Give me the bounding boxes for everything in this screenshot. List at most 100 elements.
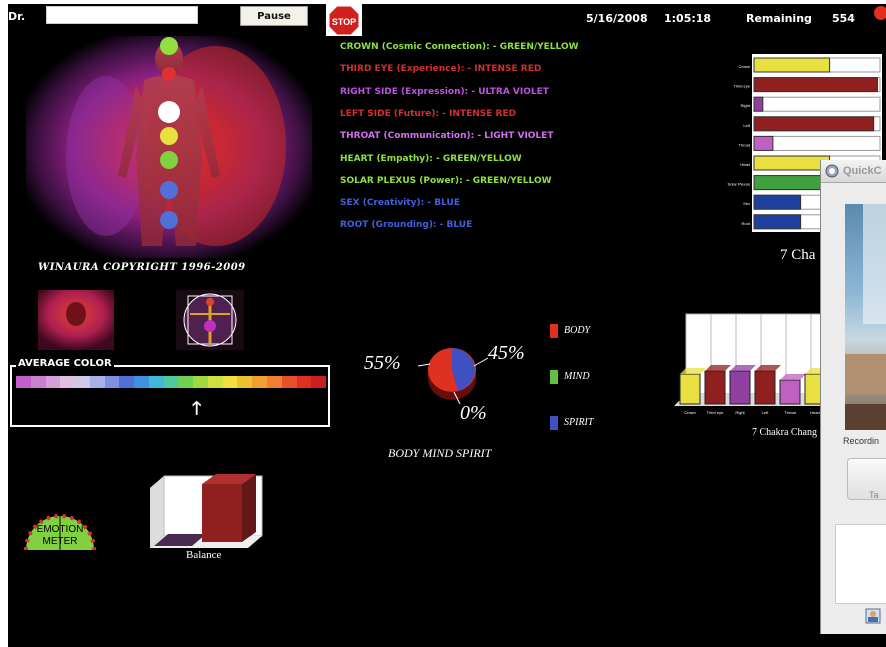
emotion-meter[interactable]: EMOTION METER — [24, 480, 96, 552]
spectrum-swatch — [75, 376, 90, 388]
doctor-name-input[interactable] — [46, 6, 198, 24]
hbar-bar — [753, 77, 878, 93]
spectrum-swatch — [207, 376, 223, 388]
spectrum-swatch — [296, 376, 312, 388]
hbar-bar — [753, 194, 802, 210]
bar3d-category-label: Third eye — [707, 410, 724, 415]
spectrum-swatch — [119, 376, 135, 388]
pie-title: BODY MIND SPIRIT — [388, 446, 492, 460]
hbar-category-label: Third eye — [733, 84, 750, 89]
legend-label: BODY — [564, 325, 591, 336]
image-icon[interactable] — [865, 608, 881, 624]
recording-label: Recordin — [843, 436, 880, 446]
spectrum-swatch — [104, 376, 120, 388]
spectrum-swatch — [193, 376, 208, 388]
average-color-arrow-icon: 🡑 — [192, 398, 202, 419]
spectrum-swatch — [60, 376, 76, 388]
legend-label: MIND — [564, 371, 590, 382]
sex-chakra-dot — [160, 181, 178, 199]
spectrum-swatch — [134, 376, 149, 388]
crown-chakra-dot — [160, 37, 178, 55]
chakra-reading-line: THIRD EYE (Experience): - INTENSE RED — [340, 64, 542, 75]
quicktime-panel — [835, 524, 886, 604]
pie-label-body: 55% — [364, 352, 401, 374]
hbar-category-label: Crown — [738, 64, 750, 69]
quicktime-title: QuickC — [843, 165, 882, 177]
emotion-meter-line2: METER — [43, 536, 78, 547]
quicktime-window[interactable]: QuickC Recordin Ta — [820, 160, 886, 634]
chakra-change-chart-title: 7 Chakra Chang — [752, 427, 817, 438]
chakra-reading-line: RIGHT SIDE (Expression): - ULTRA VIOLET — [340, 86, 549, 97]
throat-chakra-dot — [158, 101, 180, 123]
balance-label: Balance — [186, 549, 222, 561]
pause-button[interactable]: Pause — [240, 6, 308, 26]
hbar-category-label: Heart — [740, 162, 751, 167]
aura-body-image — [26, 36, 312, 258]
recording-preview — [845, 204, 886, 430]
chakra-reading-line: CROWN (Cosmic Connection): - GREEN/YELLO… — [340, 42, 579, 52]
stop-button[interactable]: STOP — [326, 4, 362, 36]
pie-label-mind: 0% — [460, 402, 487, 424]
pie-label-spirit: 45% — [488, 342, 525, 364]
legend-swatch — [550, 324, 558, 338]
chakra-reading-line: SEX (Creativity): - BLUE — [340, 198, 460, 209]
hbar-track — [753, 96, 881, 112]
spectrum-swatch — [267, 376, 282, 388]
hbar-category-label: Left — [743, 123, 751, 128]
stop-label: STOP — [332, 17, 356, 27]
spectrum-swatch — [311, 376, 327, 388]
quicktime-tab-label: Ta — [869, 490, 879, 500]
aura-thumbnail-head[interactable] — [38, 290, 114, 350]
spectrum-swatch — [45, 376, 61, 388]
spectrum-swatch — [148, 376, 164, 388]
hbar-bar — [753, 116, 875, 132]
spectrum-swatch — [89, 376, 105, 388]
hbar-category-label: Solar Plexus — [728, 182, 750, 187]
bar3d-bar — [729, 370, 751, 405]
bar3d-bar — [754, 370, 776, 405]
remaining-value: 554 — [832, 12, 855, 25]
spectrum-swatch — [281, 376, 297, 388]
bar3d-bar — [704, 370, 726, 405]
emotion-meter-line1: EMOTION — [37, 524, 84, 535]
root-chakra-dot — [160, 211, 178, 229]
spectrum-swatch — [16, 376, 31, 388]
stop-sign-icon: STOP — [328, 5, 360, 36]
aura-figure — [26, 36, 312, 258]
average-color-label: AVERAGE COLOR — [16, 358, 114, 369]
chakra-reading-line: ROOT (Grounding): - BLUE — [340, 220, 473, 231]
hbar-bar — [753, 57, 831, 73]
spectrum-swatch — [252, 376, 268, 388]
doctor-label: Dr. — [8, 10, 26, 23]
bar3d-category-label: Right — [735, 410, 745, 415]
chakra-chart-title: 7 Cha — [780, 247, 816, 263]
quicktime-tab[interactable] — [847, 458, 886, 500]
spectrum-swatch — [222, 376, 238, 388]
hbar-bar — [753, 214, 802, 230]
vitruvian-thumbnail[interactable] — [176, 290, 244, 350]
record-indicator-icon[interactable] — [874, 6, 886, 20]
chakra-reading-line: SOLAR PLEXUS (Power): - GREEN/YELLOW — [340, 175, 552, 186]
average-color-panel — [10, 365, 330, 427]
hbar-bar — [753, 96, 764, 112]
heart-chakra-dot — [160, 127, 178, 145]
quicktime-icon — [825, 164, 839, 178]
quicktime-titlebar[interactable]: QuickC — [821, 160, 886, 183]
bar3d-bar — [679, 373, 701, 405]
remaining-label: Remaining — [746, 12, 812, 25]
bar3d-category-label: Left — [762, 410, 770, 415]
body-mind-spirit-pie — [358, 334, 558, 444]
chakra-reading-line: HEART (Empathy): - GREEN/YELLOW — [340, 153, 522, 164]
winaura-screen: Dr. Pause STOP 5/16/2008 1:05:18 Remaini… — [8, 4, 886, 647]
hbar-bar — [753, 155, 831, 171]
hbar-category-label: Right — [741, 103, 751, 108]
third-eye-chakra-dot — [162, 67, 176, 81]
hbar-category-label: Throat — [738, 142, 750, 147]
time-readout: 1:05:18 — [664, 12, 712, 25]
date-readout: 5/16/2008 — [586, 12, 648, 25]
spectrum-swatch — [163, 376, 179, 388]
legend-label: SPIRIT — [564, 417, 594, 428]
hbar-category-label: Root — [742, 221, 751, 226]
spectrum-swatch — [30, 376, 46, 388]
hbar-bar — [753, 135, 774, 151]
